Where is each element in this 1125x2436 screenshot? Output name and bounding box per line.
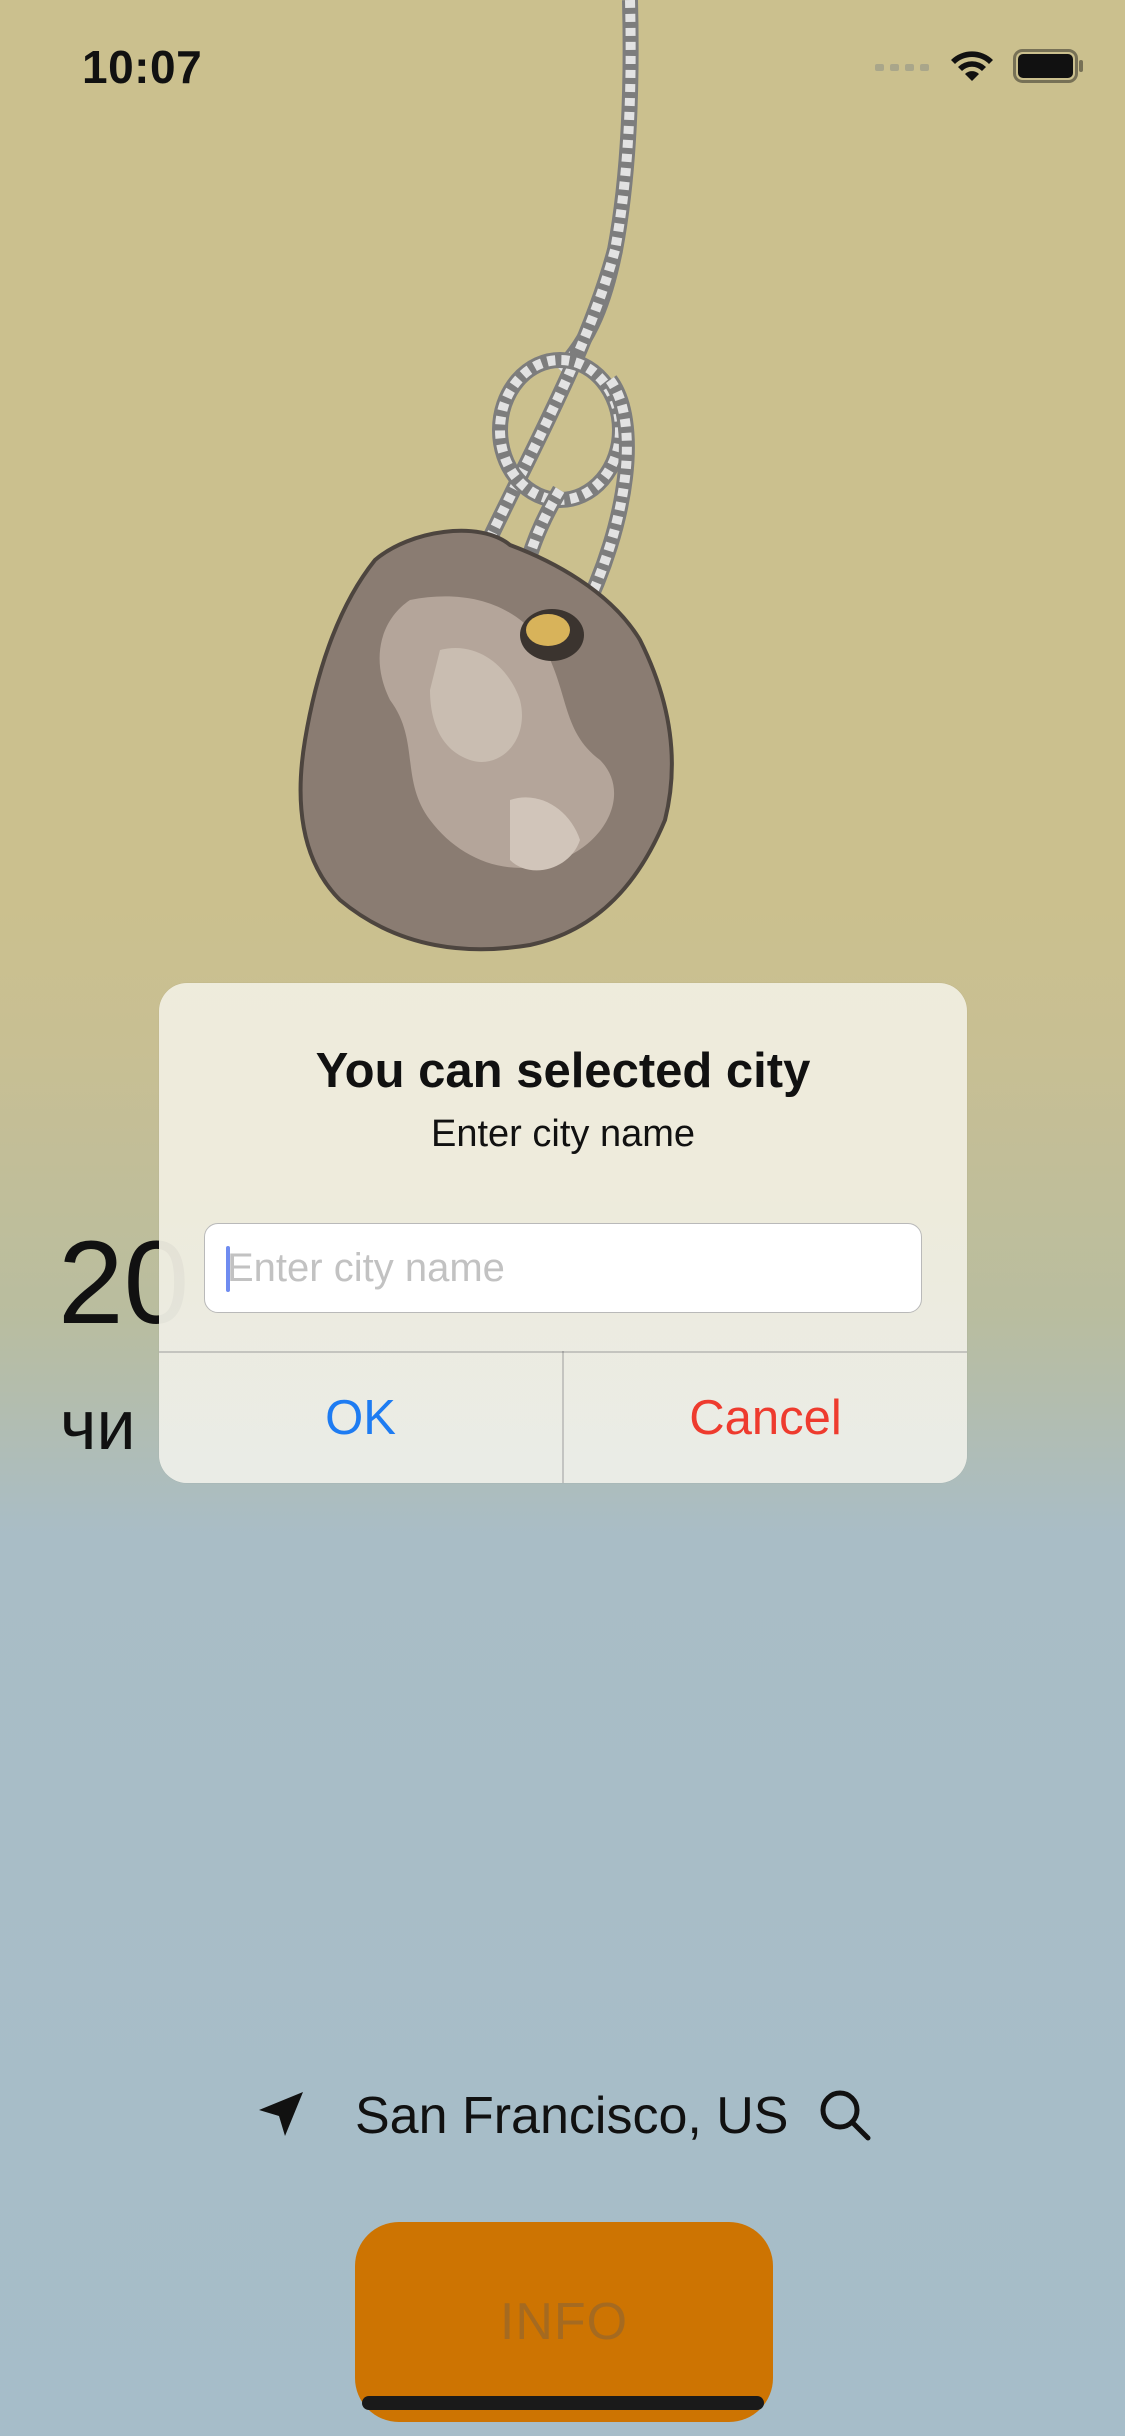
alert-message: Enter city name [431, 1113, 695, 1155]
battery-icon [1013, 49, 1083, 83]
ok-button[interactable]: OK [159, 1353, 562, 1483]
status-icons [875, 48, 1085, 84]
info-button-label: INFO [499, 2293, 629, 2351]
city-label: San Francisco, US [355, 2087, 789, 2145]
weather-description: чи [60, 1386, 136, 1464]
city-name-input[interactable] [205, 1224, 921, 1312]
status-time: 10:07 [82, 41, 203, 93]
home-indicator[interactable] [362, 2396, 764, 2410]
cellular-signal-icon [875, 64, 929, 71]
city-alert-dialog: You can selected city Enter city name OK… [159, 983, 967, 1483]
location-row: San Francisco, US [0, 2080, 1125, 2150]
alert-title: You can selected city [315, 1044, 811, 1098]
wifi-icon [951, 51, 993, 81]
text-cursor [226, 1246, 230, 1292]
info-button[interactable]: INFO [355, 2222, 773, 2422]
cancel-button[interactable]: Cancel [564, 1353, 967, 1483]
search-icon[interactable] [818, 2088, 872, 2142]
location-arrow-icon[interactable] [255, 2088, 307, 2140]
city-name-field-container [204, 1223, 922, 1313]
rock-illustration [298, 0, 674, 952]
